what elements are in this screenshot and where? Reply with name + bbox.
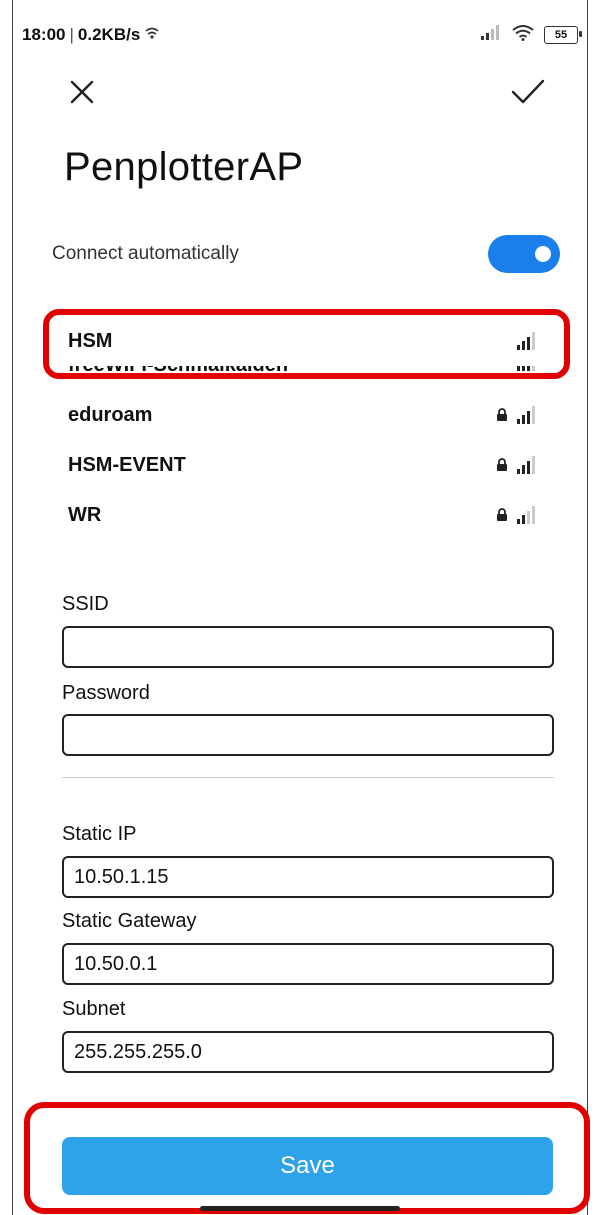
- subnet-label: Subnet: [62, 998, 126, 1020]
- network-name: HSM: [68, 329, 113, 352]
- signal-strength-icon: [517, 366, 535, 371]
- static-ip-input[interactable]: [62, 856, 554, 898]
- status-time: 18:00: [22, 25, 66, 44]
- network-name: WR: [68, 503, 102, 526]
- signal-strength-icon: [517, 456, 535, 474]
- signal-strength-icon: [517, 506, 535, 524]
- battery-level: 55: [554, 29, 568, 41]
- save-button[interactable]: Save: [62, 1137, 553, 1195]
- network-name: freeWIFI-Schmalkalden: [68, 366, 288, 377]
- status-bar: 18:00 | 0.2KB/s 55: [22, 20, 582, 50]
- signal-strength-icon: [517, 406, 535, 424]
- subnet-group: Subnet: [62, 998, 554, 1073]
- network-name: eduroam: [68, 403, 153, 426]
- signal-icon: [480, 24, 502, 46]
- connect-automatically-row: Connect automatically: [52, 232, 560, 276]
- ssid-group: SSID: [62, 593, 554, 668]
- connect-automatically-label: Connect automatically: [52, 243, 239, 264]
- wifi-icon: [512, 24, 534, 46]
- static-ip-group: Static IP: [62, 823, 554, 898]
- network-name: HSM-EVENT: [68, 453, 186, 476]
- divider: [62, 777, 554, 778]
- signal-strength-icon: [517, 332, 535, 350]
- network-icons: [516, 366, 536, 372]
- network-icons: [496, 505, 536, 525]
- password-label: Password: [62, 682, 150, 704]
- close-button[interactable]: [60, 70, 104, 114]
- confirm-button[interactable]: [506, 70, 550, 114]
- network-speed: 0.2KB/s: [77, 25, 141, 44]
- ssid-label: SSID: [62, 593, 109, 615]
- network-list: HSM freeWIFI-Schmalkalden eduroam: [68, 316, 542, 540]
- lock-icon: [497, 408, 507, 421]
- network-icons: [496, 455, 536, 475]
- network-item-eduroam[interactable]: eduroam: [68, 390, 542, 440]
- status-left: 18:00 | 0.2KB/s: [22, 25, 160, 45]
- network-item-freewifi[interactable]: freeWIFI-Schmalkalden: [68, 366, 542, 390]
- static-gateway-input[interactable]: [62, 943, 554, 985]
- network-icons: [516, 331, 536, 351]
- password-input[interactable]: [62, 714, 554, 756]
- network-icons: [496, 405, 536, 425]
- subnet-input[interactable]: [62, 1031, 554, 1073]
- network-item-wr[interactable]: WR: [68, 490, 542, 540]
- network-item-hsm[interactable]: HSM: [68, 316, 542, 366]
- top-bar: [60, 70, 550, 114]
- status-right: 55: [480, 24, 582, 46]
- static-gateway-label: Static Gateway: [62, 910, 197, 932]
- page-title: PenplotterAP: [64, 145, 304, 189]
- static-ip-label: Static IP: [62, 823, 137, 845]
- connect-automatically-toggle[interactable]: [488, 235, 560, 273]
- status-separator: |: [69, 25, 74, 44]
- ssid-input[interactable]: [62, 626, 554, 668]
- close-icon: [70, 80, 94, 104]
- lock-icon: [497, 458, 507, 471]
- lock-icon: [497, 508, 507, 521]
- hotspot-icon: [144, 25, 160, 45]
- password-group: Password: [62, 682, 554, 756]
- static-gateway-group: Static Gateway: [62, 910, 554, 985]
- battery-icon: 55: [544, 26, 582, 44]
- network-item-hsm-event[interactable]: HSM-EVENT: [68, 440, 542, 490]
- home-indicator[interactable]: [200, 1206, 400, 1211]
- check-icon: [511, 79, 545, 104]
